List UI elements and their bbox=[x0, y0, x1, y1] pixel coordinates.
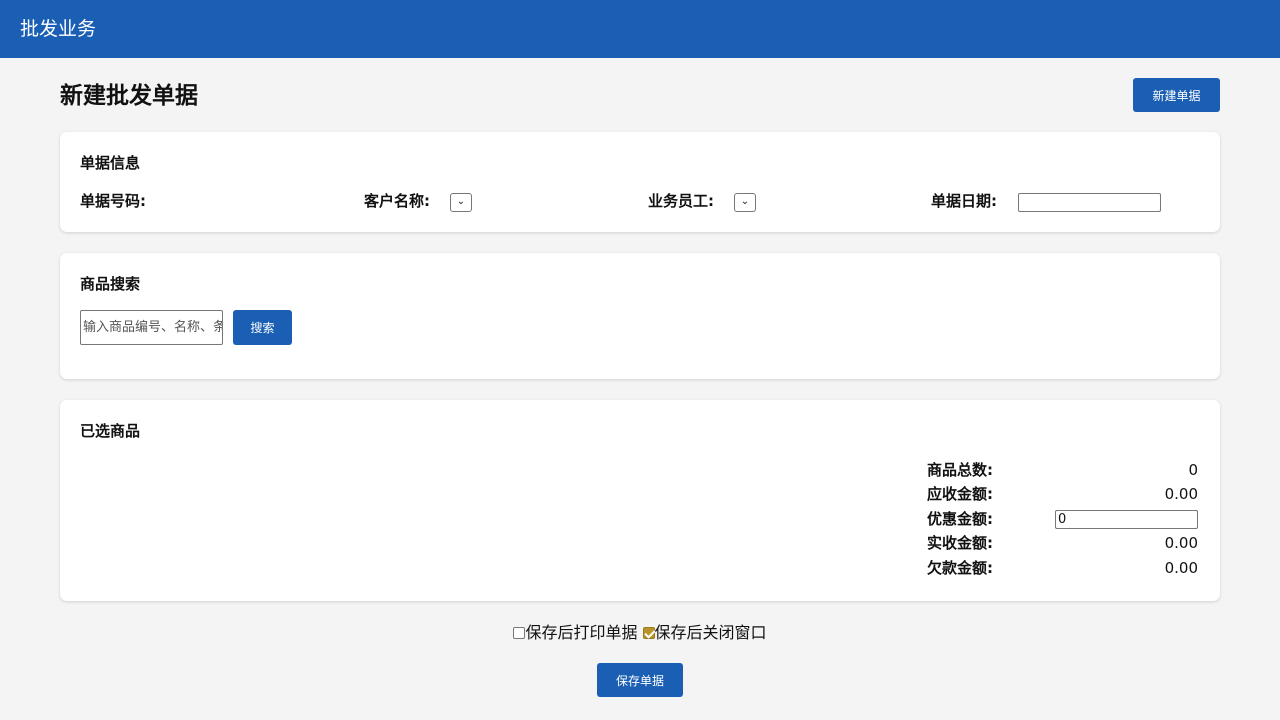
page-title: 新建批发单据 bbox=[60, 83, 198, 109]
discount-label: 优惠金额: bbox=[927, 510, 993, 528]
product-search-panel: 商品搜索 搜索 bbox=[60, 253, 1220, 379]
product-search-input[interactable] bbox=[80, 310, 223, 345]
document-info-panel: 单据信息 单据号码: 客户名称: ⌄ 业务员工: ⌄ 单据日期: bbox=[60, 132, 1220, 232]
doc-number-label: 单据号码: bbox=[80, 192, 146, 210]
total-count-label: 商品总数: bbox=[927, 461, 993, 479]
selected-products-panel: 已选商品 商品总数: 0 应收金额: 0.00 优惠金额: 实收金额: 0.00… bbox=[60, 400, 1220, 601]
document-info-title: 单据信息 bbox=[80, 154, 141, 172]
selected-products-title: 已选商品 bbox=[80, 422, 141, 440]
new-document-button[interactable]: 新建单据 bbox=[1133, 78, 1220, 112]
receivable-label: 应收金额: bbox=[927, 485, 993, 503]
staff-select[interactable]: ⌄ bbox=[734, 193, 756, 212]
app-title: 批发业务 bbox=[20, 18, 97, 40]
receivable-value: 0.00 bbox=[1164, 485, 1198, 503]
actual-received-value: 0.00 bbox=[1164, 534, 1198, 552]
actual-received-label: 实收金额: bbox=[927, 534, 993, 552]
debt-value: 0.00 bbox=[1164, 559, 1198, 577]
chevron-down-icon: ⌄ bbox=[740, 196, 750, 207]
debt-label: 欠款金额: bbox=[927, 559, 993, 577]
customer-label: 客户名称: bbox=[364, 192, 430, 210]
discount-input[interactable] bbox=[1055, 510, 1198, 529]
print-after-save-checkbox[interactable] bbox=[513, 627, 526, 639]
staff-label: 业务员工: bbox=[648, 192, 714, 210]
print-after-save-label: 保存后打印单据 bbox=[525, 623, 638, 642]
customer-select[interactable]: ⌄ bbox=[450, 193, 472, 212]
document-date-input[interactable] bbox=[1018, 193, 1161, 212]
chevron-down-icon: ⌄ bbox=[456, 196, 466, 207]
close-after-save-checkbox[interactable] bbox=[642, 627, 655, 639]
save-document-button[interactable]: 保存单据 bbox=[597, 663, 683, 697]
top-bar: 批发业务 bbox=[0, 0, 1280, 58]
close-after-save-label: 保存后关闭窗口 bbox=[654, 623, 767, 642]
save-options: 保存后打印单据 保存后关闭窗口 bbox=[0, 622, 1280, 644]
search-button[interactable]: 搜索 bbox=[233, 310, 292, 345]
product-search-title: 商品搜索 bbox=[80, 275, 141, 293]
date-label: 单据日期: bbox=[931, 192, 997, 210]
total-count-value: 0 bbox=[1188, 461, 1198, 479]
